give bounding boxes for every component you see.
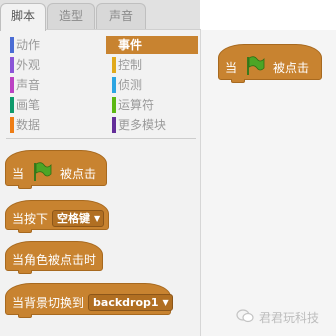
when-flag-clicked-block[interactable]: 当 被点击 — [5, 150, 107, 189]
watermark-text: 君君玩科技 — [259, 310, 320, 325]
category-color-swatch — [112, 57, 116, 73]
block-text: 当背景切换到 — [12, 295, 85, 310]
block-palette: 动作 事件 外观 控制 声音 侦测 画笔 运算符 数据 更多模块 当 被点击 当… — [0, 29, 201, 336]
category-label: 画笔 — [16, 98, 41, 112]
category-motion[interactable]: 动作 — [4, 36, 40, 54]
block-notch — [18, 270, 32, 274]
category-looks[interactable]: 外观 — [4, 56, 40, 74]
block-notch — [18, 229, 32, 233]
category-label: 声音 — [16, 78, 41, 92]
block-notch — [18, 314, 32, 318]
watermark: 君君玩科技 — [236, 306, 319, 328]
category-data[interactable]: 数据 — [4, 116, 40, 134]
category-label: 更多模块 — [118, 118, 167, 132]
block-notch — [231, 79, 245, 83]
category-control[interactable]: 控制 — [106, 56, 142, 74]
category-color-swatch — [112, 97, 116, 113]
block-text: 当按下 — [12, 211, 49, 226]
script-when-flag-clicked-block[interactable]: 当 被点击 — [218, 44, 322, 83]
block-text: 当 — [12, 166, 25, 181]
category-label: 事件 — [118, 38, 143, 52]
green-flag-icon — [245, 55, 265, 79]
category-sound[interactable]: 声音 — [4, 76, 40, 94]
category-color-swatch — [10, 77, 14, 93]
category-color-swatch — [10, 57, 14, 73]
block-text: 被点击 — [60, 166, 97, 181]
when-sprite-clicked-block[interactable]: 当角色被点击时 — [5, 241, 103, 274]
category-label: 控制 — [118, 58, 143, 72]
category-label: 数据 — [16, 118, 41, 132]
when-backdrop-switches-block[interactable]: 当背景切换到 backdrop1 ▼ — [5, 283, 173, 318]
category-more-blocks[interactable]: 更多模块 — [106, 116, 166, 134]
category-color-swatch — [112, 77, 116, 93]
category-sensing[interactable]: 侦测 — [106, 76, 142, 94]
backdrop-dropdown[interactable]: backdrop1 ▼ — [88, 293, 173, 311]
category-operators[interactable]: 运算符 — [106, 96, 154, 114]
palette-divider — [6, 138, 196, 139]
category-color-swatch — [10, 97, 14, 113]
block-text: 当角色被点击时 — [12, 252, 97, 267]
category-events[interactable]: 事件 — [106, 36, 198, 54]
script-area[interactable]: 当 被点击 — [201, 30, 336, 336]
dropdown-value: 空格键 — [57, 212, 91, 225]
category-color-swatch — [10, 37, 14, 53]
tab-costumes[interactable]: 造型 — [47, 3, 95, 30]
block-text: 被点击 — [273, 60, 310, 75]
dropdown-arrow-icon: ▼ — [162, 297, 169, 307]
category-label: 侦测 — [118, 78, 143, 92]
block-notch — [18, 185, 32, 189]
tab-scripts[interactable]: 脚本 — [0, 3, 46, 31]
category-color-swatch — [10, 117, 14, 133]
tab-bar: 脚本 造型 声音 — [0, 0, 200, 31]
when-key-pressed-block[interactable]: 当按下 空格键 ▼ — [5, 200, 109, 233]
block-text: 当 — [225, 60, 238, 75]
category-color-swatch — [112, 37, 116, 53]
wechat-icon — [236, 308, 259, 326]
key-dropdown[interactable]: 空格键 ▼ — [52, 209, 105, 227]
category-pen[interactable]: 画笔 — [4, 96, 40, 114]
tab-sounds[interactable]: 声音 — [96, 3, 146, 30]
dropdown-value: backdrop1 — [93, 295, 159, 309]
category-label: 运算符 — [118, 98, 155, 112]
green-flag-icon — [32, 161, 52, 185]
dropdown-arrow-icon: ▼ — [94, 213, 101, 223]
category-label: 动作 — [16, 38, 41, 52]
category-label: 外观 — [16, 58, 41, 72]
category-color-swatch — [112, 117, 116, 133]
